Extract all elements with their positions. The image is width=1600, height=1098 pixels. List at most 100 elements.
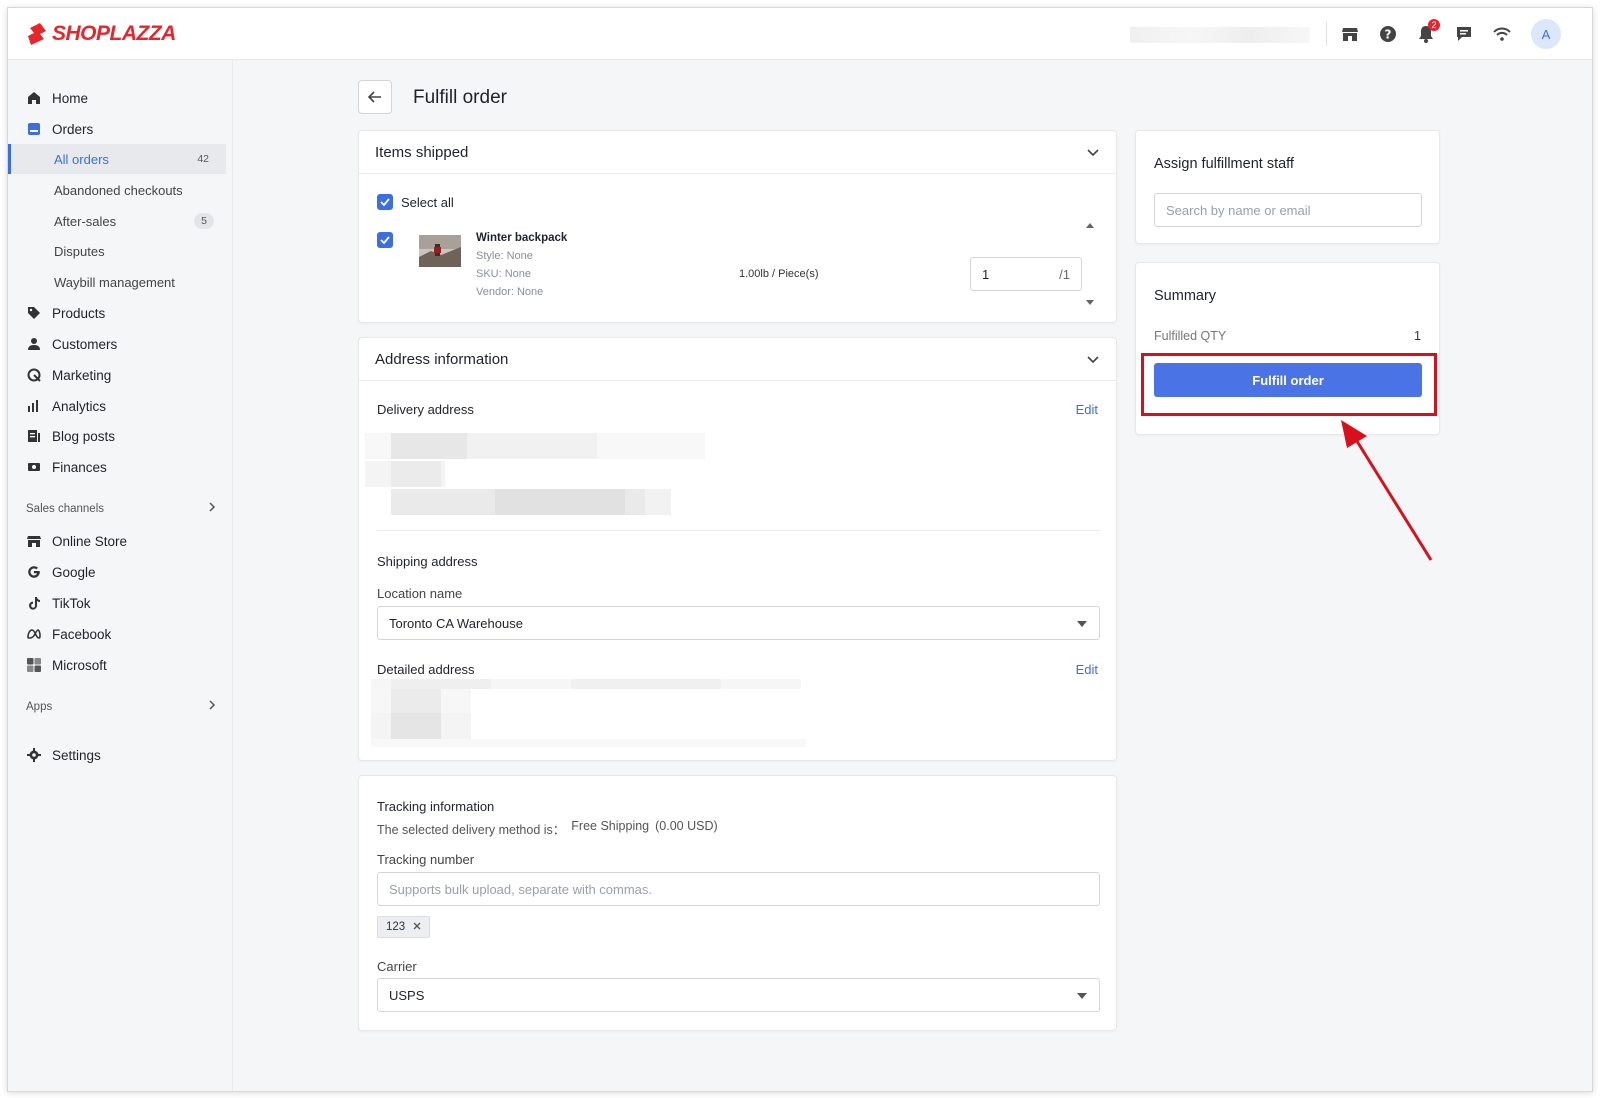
blurred-store-name	[1130, 27, 1310, 43]
fulfilled-qty-label: Fulfilled QTY	[1154, 329, 1227, 343]
carrier-label: Carrier	[377, 959, 417, 974]
edit-detailed-address-link[interactable]: Edit	[1076, 662, 1098, 677]
nav-marketing-label: Marketing	[52, 367, 112, 383]
store-icon	[26, 533, 42, 549]
delivery-method-name: Free Shipping	[571, 819, 650, 833]
location-name-label: Location name	[377, 586, 463, 601]
carrier-select[interactable]: USPS	[377, 978, 1100, 1012]
all-orders-count: 42	[197, 153, 209, 165]
address-header[interactable]: Address information	[359, 338, 1116, 381]
nav-orders-label: Orders	[52, 121, 94, 137]
nav-blog-posts-label: Blog posts	[52, 428, 116, 444]
nav-disputes[interactable]: Disputes	[8, 236, 226, 266]
nav-home-label: Home	[52, 90, 89, 106]
arrow-left-icon	[368, 91, 381, 103]
product-style: Style: None	[476, 250, 533, 262]
nav-tiktok[interactable]: TikTok	[8, 588, 226, 618]
google-icon	[26, 564, 42, 580]
items-shipped-title: Items shipped	[375, 143, 469, 161]
nav-facebook[interactable]: Facebook	[8, 619, 226, 649]
page-title: Fulfill order	[413, 87, 507, 108]
close-icon[interactable]	[413, 921, 421, 933]
bar-chart-icon	[26, 398, 42, 414]
annotation-arrow-icon	[1341, 420, 1433, 561]
app-window: SHOPLAZZA ? 2 A Home Orders All orders 4…	[7, 7, 1593, 1092]
shoplazza-logo[interactable]: SHOPLAZZA	[26, 22, 176, 46]
chevron-right-icon	[208, 700, 216, 713]
brand-name: SHOPLAZZA	[52, 22, 176, 45]
edit-delivery-address-link[interactable]: Edit	[1076, 402, 1098, 417]
nav-online-store[interactable]: Online Store	[8, 526, 226, 556]
shoplazza-logo-icon	[28, 23, 46, 45]
nav-google[interactable]: Google	[8, 557, 226, 587]
nav-analytics[interactable]: Analytics	[8, 391, 226, 421]
user-avatar[interactable]: A	[1531, 19, 1561, 49]
apps-section[interactable]: Apps	[26, 700, 216, 713]
tracking-card: Tracking information The selected delive…	[358, 775, 1117, 1031]
nav-customers[interactable]: Customers	[8, 329, 226, 359]
wifi-icon[interactable]	[1492, 24, 1512, 44]
nav-facebook-label: Facebook	[52, 626, 112, 642]
location-name-select[interactable]: Toronto CA Warehouse	[377, 606, 1100, 640]
microsoft-icon	[26, 657, 42, 673]
tracking-title: Tracking information	[377, 799, 495, 814]
nav-waybill-management-label: Waybill management	[54, 274, 175, 290]
fulfilled-qty-value: 1	[1414, 329, 1421, 343]
product-weight: 1.00lb / Piece(s)	[739, 268, 819, 280]
annotation-highlight-box	[1141, 353, 1437, 416]
product-vendor: Vendor: None	[476, 286, 544, 298]
item-checkbox[interactable]	[377, 232, 393, 248]
tag-icon	[26, 305, 42, 321]
nav-settings-label: Settings	[52, 747, 101, 763]
select-all-row[interactable]: Select all	[377, 194, 454, 210]
scroll-up-icon[interactable]	[1085, 217, 1095, 232]
items-shipped-header[interactable]: Items shipped	[359, 131, 1116, 174]
help-icon[interactable]: ?	[1378, 24, 1398, 44]
sales-channels-label: Sales channels	[26, 502, 104, 515]
scroll-down-icon[interactable]	[1085, 294, 1095, 309]
document-icon	[26, 428, 42, 444]
nav-google-label: Google	[52, 564, 96, 580]
nav-orders[interactable]: Orders	[8, 114, 226, 144]
delivery-address-label: Delivery address	[377, 402, 474, 417]
detailed-address-label: Detailed address	[377, 662, 475, 677]
chevron-down-icon[interactable]	[1086, 352, 1100, 366]
nav-microsoft[interactable]: Microsoft	[8, 650, 226, 680]
nav-products[interactable]: Products	[8, 298, 226, 328]
summary-title: Summary	[1154, 288, 1217, 304]
chevron-down-icon[interactable]	[1086, 145, 1100, 159]
nav-finances[interactable]: Finances	[8, 452, 226, 482]
chat-icon[interactable]	[1454, 24, 1474, 44]
nav-products-label: Products	[52, 305, 106, 321]
caret-down-icon	[1077, 993, 1087, 999]
person-icon	[26, 336, 42, 352]
sales-channels-section[interactable]: Sales channels	[26, 502, 216, 515]
store-icon[interactable]	[1340, 24, 1360, 44]
carrier-value: USPS	[389, 987, 425, 1003]
address-title: Address information	[375, 350, 509, 368]
blurred-delivery-address	[365, 433, 705, 517]
nav-home[interactable]: Home	[8, 83, 226, 113]
nav-abandoned-checkouts[interactable]: Abandoned checkouts	[8, 175, 226, 205]
location-name-value: Toronto CA Warehouse	[389, 615, 523, 631]
address-card: Address information Delivery address Edi…	[358, 337, 1117, 761]
select-all-checkbox[interactable]	[377, 194, 393, 210]
nav-marketing[interactable]: Marketing	[8, 360, 226, 390]
nav-abandoned-checkouts-label: Abandoned checkouts	[54, 182, 183, 198]
nav-analytics-label: Analytics	[52, 398, 107, 414]
assign-staff-card: Assign fulfillment staff Search by name …	[1135, 130, 1440, 244]
nav-tiktok-label: TikTok	[52, 595, 91, 611]
after-sales-count: 5	[194, 213, 214, 229]
staff-search-input[interactable]: Search by name or email	[1154, 193, 1422, 227]
nav-waybill-management[interactable]: Waybill management	[8, 267, 226, 297]
tracking-number-input[interactable]: Supports bulk upload, separate with comm…	[377, 872, 1100, 906]
nav-after-sales[interactable]: After-sales 5	[8, 206, 226, 236]
nav-all-orders[interactable]: All orders 42	[8, 144, 226, 174]
quantity-input[interactable]: 1 /1	[970, 257, 1082, 291]
nav-blog-posts[interactable]: Blog posts	[8, 421, 226, 451]
nav-settings[interactable]: Settings	[8, 740, 226, 770]
tracking-number-tag: 123	[377, 916, 431, 938]
home-icon	[26, 90, 42, 106]
back-button[interactable]	[358, 80, 392, 114]
nav-all-orders-label: All orders	[54, 151, 109, 167]
